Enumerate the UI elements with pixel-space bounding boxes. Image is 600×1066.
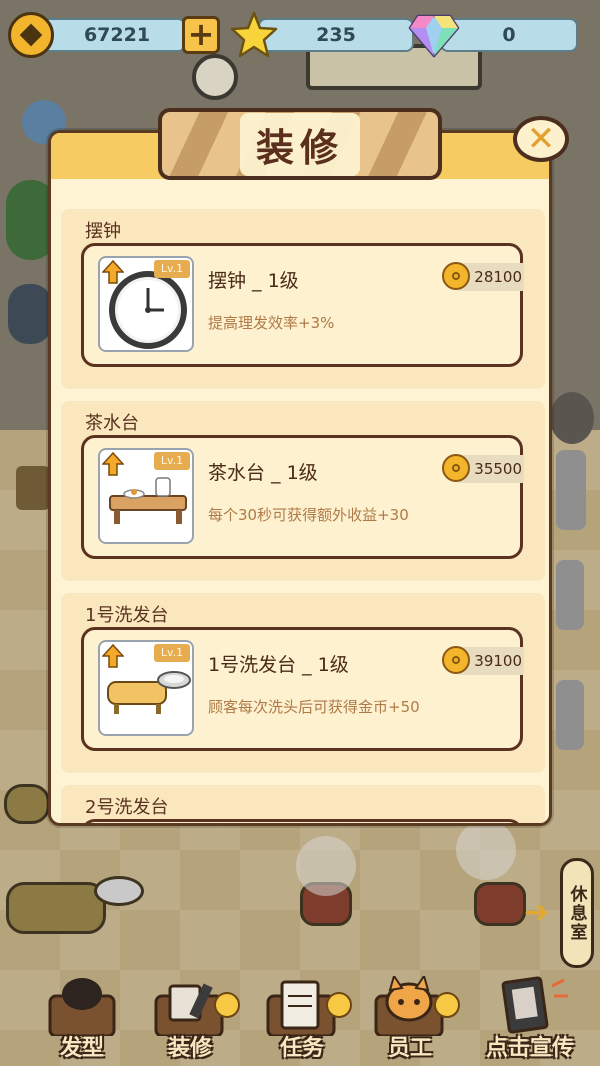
wash-bed-decor <box>6 882 106 934</box>
nav-label: 员工 <box>387 1036 432 1061</box>
item-thumbnail: Lv.1 <box>98 256 194 352</box>
nav-staff[interactable]: 员工 <box>360 976 460 1066</box>
coin-counter: 67221 <box>34 18 186 52</box>
promote-poster-icon <box>501 976 568 1034</box>
nav-tasks[interactable]: 任务 <box>252 976 352 1066</box>
level-tag: Lv.1 <box>154 644 190 662</box>
gem-counter: 0 <box>440 18 578 52</box>
price-value: 39100 <box>474 652 522 670</box>
section-title: 2号洗发台 <box>85 797 169 818</box>
scene-decor <box>556 680 584 750</box>
wash-basin-decor <box>94 876 144 906</box>
add-coins-button[interactable]: + <box>182 16 220 54</box>
star-count: 235 <box>316 24 356 46</box>
nav-label: 点击宣传 <box>485 1036 574 1061</box>
item-description: 提高理发效率+3% <box>208 314 335 332</box>
section-title: 1号洗发台 <box>85 605 169 626</box>
nav-hairstyle[interactable]: 发型 <box>34 976 130 1066</box>
arrow-right-icon: ➜ <box>524 895 550 930</box>
scene-decor <box>16 466 50 510</box>
price-value: 35500 <box>474 460 522 478</box>
dryer-decor <box>456 820 516 880</box>
resource-bar: 67221 + 235 0 <box>0 0 600 70</box>
upgrade-arrow-icon <box>102 260 124 284</box>
upgrade-arrow-icon <box>102 452 124 476</box>
scene-decor <box>556 450 586 530</box>
upgrade-card-clock[interactable]: Lv.1 摆钟 _ 1级 提高理发效率+3% 28100 <box>81 243 524 367</box>
item-thumbnail: Lv.1 <box>98 640 194 736</box>
item-description: 顾客每次洗头后可获得金币+50 <box>208 698 420 716</box>
nav-label: 装修 <box>167 1036 212 1061</box>
chair-decor <box>474 882 526 926</box>
dialog-title-banner: 装修 <box>158 108 442 180</box>
nav-label: 发型 <box>59 1036 104 1061</box>
section-tea-table: 茶水台 Lv.1 茶水台 _ 1级 每个30秒可获得额外收益+30 35500 <box>61 401 545 581</box>
item-name: 1号洗发台 _ 1级 <box>208 654 349 676</box>
star-counter: 235 <box>258 18 414 52</box>
nav-label: 任务 <box>279 1036 324 1061</box>
nav-renovation[interactable]: 装修 <box>140 976 240 1066</box>
dialog-title: 装修 <box>239 112 360 176</box>
scene-decor <box>550 392 594 444</box>
dryer-decor <box>296 836 356 896</box>
notification-dot <box>434 992 460 1018</box>
item-name: 茶水台 _ 1级 <box>208 462 318 484</box>
scene-decor <box>556 560 584 630</box>
notification-dot <box>214 992 240 1018</box>
hairstyle-icon <box>48 978 116 1036</box>
scene-decor <box>8 284 52 344</box>
upgrade-card-tea-table[interactable]: Lv.1 茶水台 _ 1级 每个30秒可获得额外收益+30 35500 <box>81 435 524 559</box>
gem-count: 0 <box>502 24 516 46</box>
diamond-icon <box>408 14 460 58</box>
coin-icon <box>442 646 470 674</box>
level-tag: Lv.1 <box>154 452 190 470</box>
section-clock: 摆钟 Lv.1 摆钟 _ 1级 提高理发效率+3% 28100 <box>61 209 545 389</box>
close-icon: ✕ <box>526 119 556 159</box>
item-thumbnail: Lv.1 <box>98 448 194 544</box>
renovation-dialog: 摆钟 Lv.1 摆钟 _ 1级 提高理发效率+3% 28100 茶水台 Lv.1… <box>48 130 552 826</box>
upgrade-list[interactable]: 摆钟 Lv.1 摆钟 _ 1级 提高理发效率+3% 28100 茶水台 Lv.1… <box>61 209 545 823</box>
section-title: 摆钟 <box>85 221 121 242</box>
section-title: 茶水台 <box>85 413 139 434</box>
close-button[interactable]: ✕ <box>513 116 569 162</box>
rest-room-button[interactable]: 休息室 <box>560 858 594 968</box>
star-icon <box>230 11 278 58</box>
coin-icon <box>8 12 54 58</box>
notification-dot <box>326 992 352 1018</box>
coin-icon <box>442 262 470 290</box>
level-tag: Lv.1 <box>154 260 190 278</box>
upgrade-arrow-icon <box>102 644 124 668</box>
wash-bed-decor <box>4 784 50 824</box>
section-wash-bed-2: 2号洗发台 <box>61 785 545 823</box>
item-description: 每个30秒可获得额外收益+30 <box>208 506 409 524</box>
price-value: 28100 <box>474 268 522 286</box>
coin-count: 67221 <box>83 24 151 46</box>
bottom-nav: 发型 装修 任务 员工 点击宣传 <box>0 976 600 1066</box>
upgrade-card-wash-bed-1[interactable]: Lv.1 1号洗发台 _ 1级 顾客每次洗头后可获得金币+50 39100 <box>81 627 524 751</box>
upgrade-card-wash-bed-2[interactable] <box>81 819 523 823</box>
nav-promote[interactable]: 点击宣传 <box>470 976 590 1066</box>
section-wash-bed-1: 1号洗发台 Lv.1 1号洗发台 _ 1级 顾客每次洗头后可获得金币+50 39… <box>61 593 545 773</box>
coin-icon <box>442 454 470 482</box>
item-name: 摆钟 _ 1级 <box>208 270 299 292</box>
